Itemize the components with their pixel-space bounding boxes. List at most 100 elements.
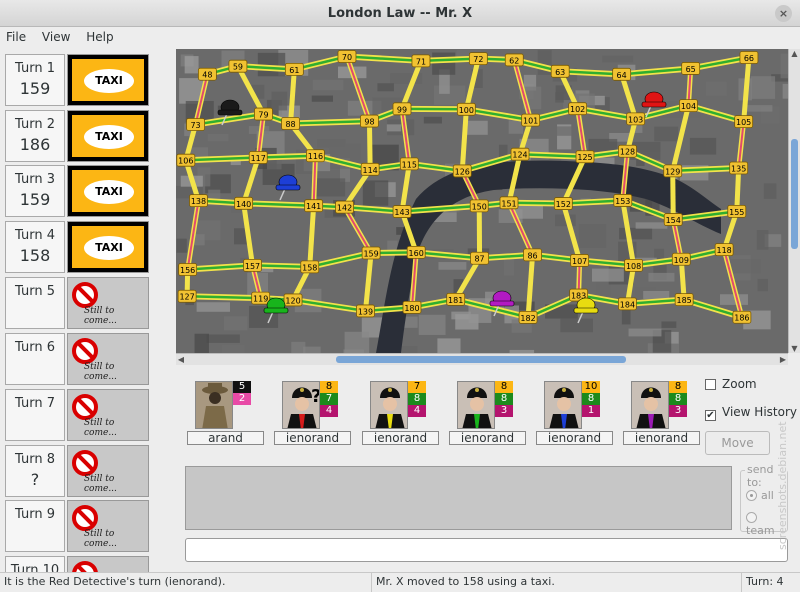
station-number: 98 [364,118,374,127]
station-number: 158 [302,263,317,272]
turn-card: Turn 6 Still to come... [4,333,172,385]
london-map[interactable]: 48 59 61 70 71 72 62 63 64 65 66 73 79 88 98 99 100 101 10… [176,49,800,367]
pin-base [489,300,515,307]
radio-icon[interactable] [746,512,757,523]
still-to-come-label: Still to come... [84,362,117,382]
map-canvas[interactable]: 48 59 61 70 71 72 62 63 64 65 66 73 79 88 98 99 100 101 10… [176,49,788,353]
turn-label-box: Turn 10 [5,556,65,572]
turn-label-box: Turn 5 [5,277,65,329]
menu-view[interactable]: View [36,27,76,47]
turn-card: Turn 10 [4,556,172,572]
unknown-player-icon: ? [311,386,320,407]
city-block [184,56,199,74]
ticket-count: 8 [495,393,513,405]
station-number: 129 [665,167,680,176]
ticket-count: 1 [582,405,600,417]
station-number: 107 [572,257,587,266]
mrx-player: 5 2 arand [182,381,264,447]
helmet-badge [388,388,392,392]
station-number: 86 [527,251,537,260]
turn-card: Turn 3 159 TAXI [4,165,172,217]
avatar-icon [371,382,407,428]
face [644,397,658,411]
station-number: 154 [666,216,681,225]
station-number: 141 [306,202,321,211]
station-number: 128 [620,148,635,157]
turn-card: Turn 9 Still to come... [4,500,172,552]
scroll-up-icon[interactable]: ▲ [789,49,800,58]
taxi-ticket-label: TAXI [84,236,134,260]
ticket-count: 8 [408,393,426,405]
turn-label-box: Turn 9 [5,500,65,552]
city-block [206,334,240,343]
station-number: 99 [397,105,407,114]
taxi-ticket: TAXI [67,165,149,217]
city-block [750,76,776,99]
ticket-count: 10 [582,381,600,393]
city-block [312,79,344,91]
scroll-right-icon[interactable]: ▶ [778,354,788,365]
city-block [635,222,668,229]
station-number: 180 [404,304,419,313]
turn-history-panel: Turn 1 159 TAXI Turn 2 186 TAXI Turn 3 159 TAXI T… [0,49,176,572]
city-block [515,205,544,219]
scroll-thumb[interactable] [791,139,798,249]
detective-player: 8 8 3 ienorand [444,381,526,447]
city-block [592,268,624,282]
turn-label-box: Turn 2 186 [5,110,65,162]
send-all-radio[interactable]: all [746,489,774,502]
city-block [619,227,653,240]
station-number: 102 [570,105,585,114]
station-number: 108 [626,262,641,271]
station-number: 124 [512,151,527,160]
city-block [643,290,670,299]
detective-player: 7 8 4 ienorand [357,381,439,447]
ticket-count: 4 [320,405,338,417]
city-block [311,95,333,102]
map-horizontal-scrollbar[interactable]: ◀ ▶ [176,353,788,365]
city-block [588,138,618,152]
city-block [377,83,394,92]
status-turn-count: Turn: 4 [746,575,784,588]
city-block [451,311,471,320]
radio-selected-icon[interactable] [746,490,757,501]
turn-position: 158 [19,246,51,265]
helmet-badge [649,388,653,392]
scroll-left-icon[interactable]: ◀ [176,354,186,365]
prohibited-icon [72,394,98,420]
face [295,397,309,411]
turn-position: 159 [19,190,51,209]
ticket-count: 5 [233,381,251,393]
city-block [661,321,677,328]
turn-number: Turn 1 [15,61,55,76]
map-vertical-scrollbar[interactable]: ▲ ▼ [788,49,800,353]
zoom-checkbox[interactable]: Zoom [705,377,757,391]
scroll-thumb[interactable] [336,356,626,363]
scroll-down-icon[interactable]: ▼ [789,344,800,353]
face [470,397,484,411]
prohibited-icon [72,450,98,476]
station-number: 66 [744,54,754,63]
chat-input[interactable] [185,538,788,562]
city-block [730,259,762,274]
send-team-label: team [746,524,775,537]
still-to-come-label: Still to come... [84,474,117,494]
station-number: 135 [731,164,746,173]
pin-base [263,307,289,314]
taxi-ticket: TAXI [67,110,149,162]
menu-help[interactable]: Help [80,27,119,47]
checkbox-icon[interactable] [705,379,716,390]
close-icon[interactable]: × [775,5,792,22]
taxi-ticket: TAXI [67,221,149,273]
move-button[interactable]: Move [705,431,770,455]
checkmark-icon[interactable]: ✔ [705,410,716,421]
city-block [654,126,679,142]
city-block [437,338,461,353]
station-number: 152 [556,200,571,209]
ticket-count: 3 [669,405,687,417]
city-block [628,328,662,337]
station-number: 63 [555,68,565,77]
turn-number: Turn 2 [15,117,55,132]
turn-position: 159 [19,79,51,98]
menu-file[interactable]: File [0,27,32,47]
